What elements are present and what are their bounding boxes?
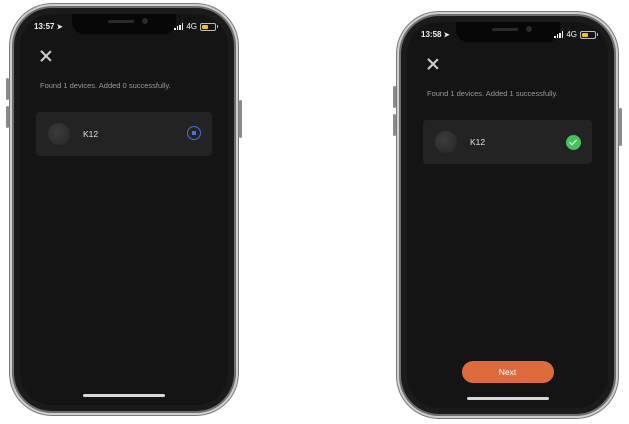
network-type: 4G [186, 22, 197, 31]
power-button [619, 108, 622, 146]
signal-icon [174, 23, 184, 30]
status-time: 13:57 [34, 22, 55, 31]
close-icon[interactable] [40, 50, 52, 62]
phone-right: 13:58 ➤ 4G Found 1 devices. Added 1 succ… [393, 16, 622, 414]
screen-left: 13:57 ➤ 4G Found 1 devices. Added 0 succ… [20, 14, 228, 405]
close-icon[interactable] [427, 58, 439, 70]
battery-icon [200, 22, 218, 31]
device-name: K12 [83, 129, 99, 139]
scan-result-text: Found 1 devices. Added 0 successfully. [40, 81, 171, 90]
device-list-item[interactable]: K12 [423, 120, 592, 164]
power-button [239, 100, 242, 138]
home-indicator[interactable] [466, 397, 549, 400]
phone-left: 13:57 ➤ 4G Found 1 devices. Added 0 succ… [6, 8, 242, 411]
status-bar: 13:57 ➤ 4G [34, 20, 218, 34]
volume-down-button [6, 106, 9, 128]
signal-icon [554, 31, 564, 38]
next-button[interactable]: Next [461, 361, 554, 383]
device-avatar-icon [48, 123, 70, 145]
device-list-item[interactable]: K12 [36, 112, 212, 156]
volume-up-button [6, 78, 9, 100]
volume-up-button [393, 86, 396, 108]
location-arrow-icon: ➤ [56, 24, 63, 31]
pending-icon [187, 126, 201, 140]
battery-icon [580, 30, 598, 39]
device-name: K12 [470, 137, 486, 147]
volume-down-button [393, 114, 396, 136]
screen-right: 13:58 ➤ 4G Found 1 devices. Added 1 succ… [407, 22, 608, 408]
check-icon [566, 135, 581, 150]
scan-result-text: Found 1 devices. Added 1 successfully. [427, 89, 558, 98]
home-indicator[interactable] [83, 394, 165, 397]
network-type: 4G [566, 30, 577, 39]
location-arrow-icon: ➤ [443, 32, 450, 39]
status-time: 13:58 [421, 30, 442, 39]
device-avatar-icon [435, 131, 457, 153]
status-bar: 13:58 ➤ 4G [421, 28, 598, 42]
